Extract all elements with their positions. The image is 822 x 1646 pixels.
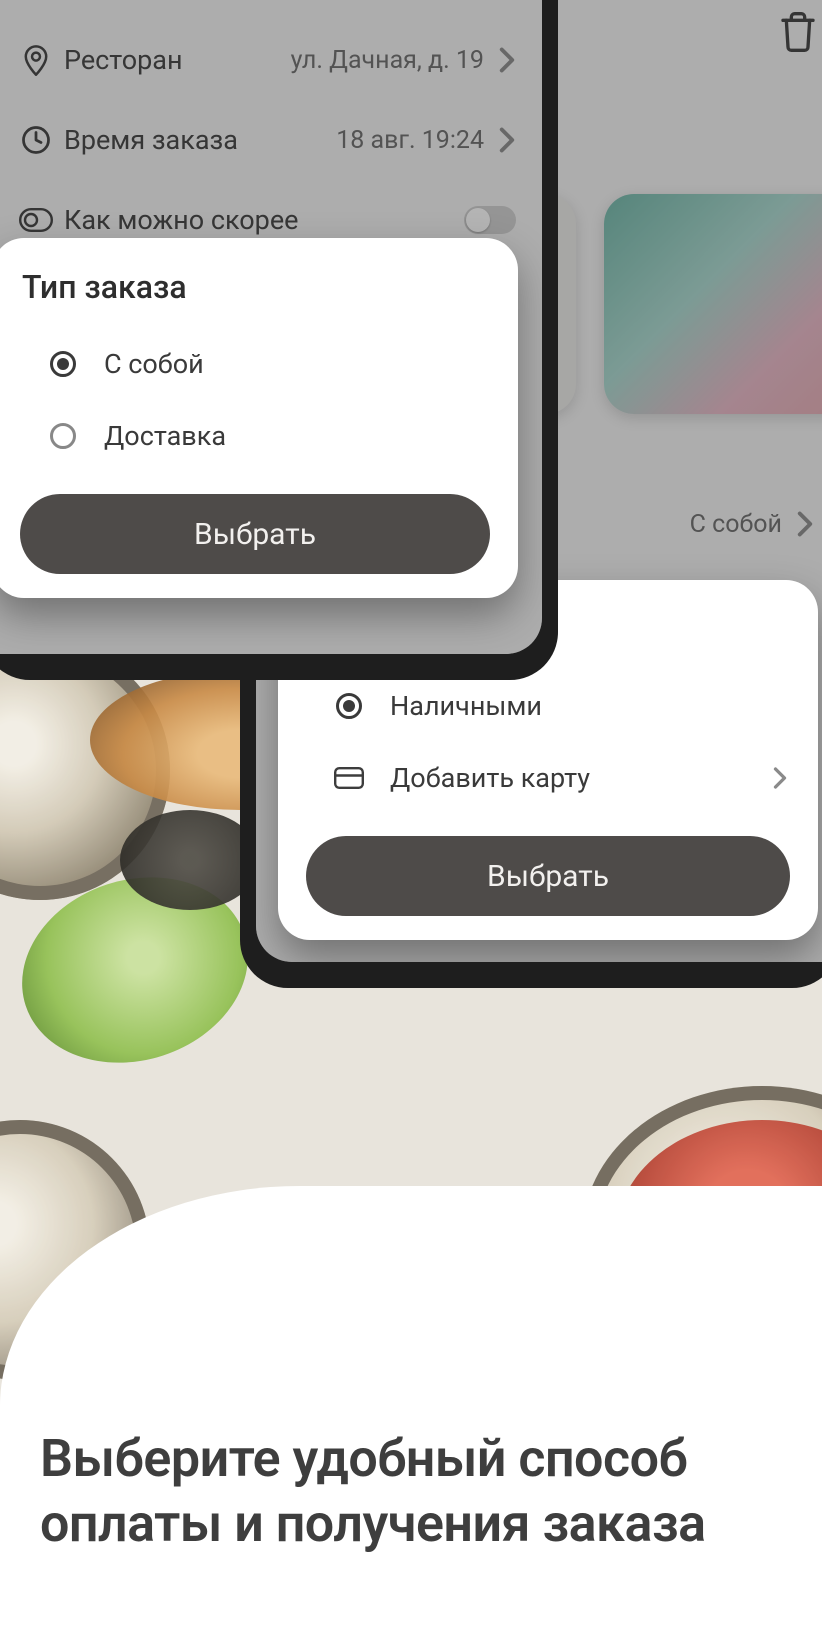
select-button[interactable]: Выбрать (20, 494, 490, 574)
option-label: С собой (104, 348, 204, 380)
order-type-modal: Тип заказа С собой Доставка Выбрать (0, 238, 518, 598)
option-label: Доставка (104, 420, 226, 452)
phone-mock-left: Ресторан ул. Дачная, д. 19 Время заказа … (0, 0, 558, 680)
option-label: Добавить карту (390, 762, 590, 794)
chevron-right-icon (772, 766, 788, 790)
radio-unselected-icon (50, 423, 76, 449)
payment-option-cash[interactable]: Наличными (278, 670, 818, 742)
select-button[interactable]: Выбрать (306, 836, 790, 916)
radio-selected-icon (336, 693, 362, 719)
option-label: Наличными (390, 690, 542, 722)
caption-panel (0, 1186, 822, 1646)
payment-option-add-card[interactable]: Добавить карту (278, 742, 818, 814)
marketing-caption: Выберите удобный способ оплаты и получен… (40, 1426, 782, 1556)
radio-selected-icon (50, 351, 76, 377)
card-icon (334, 767, 364, 789)
order-type-option-pickup[interactable]: С собой (0, 328, 518, 400)
modal-title: Тип заказа (0, 268, 518, 306)
order-type-option-delivery[interactable]: Доставка (0, 400, 518, 472)
